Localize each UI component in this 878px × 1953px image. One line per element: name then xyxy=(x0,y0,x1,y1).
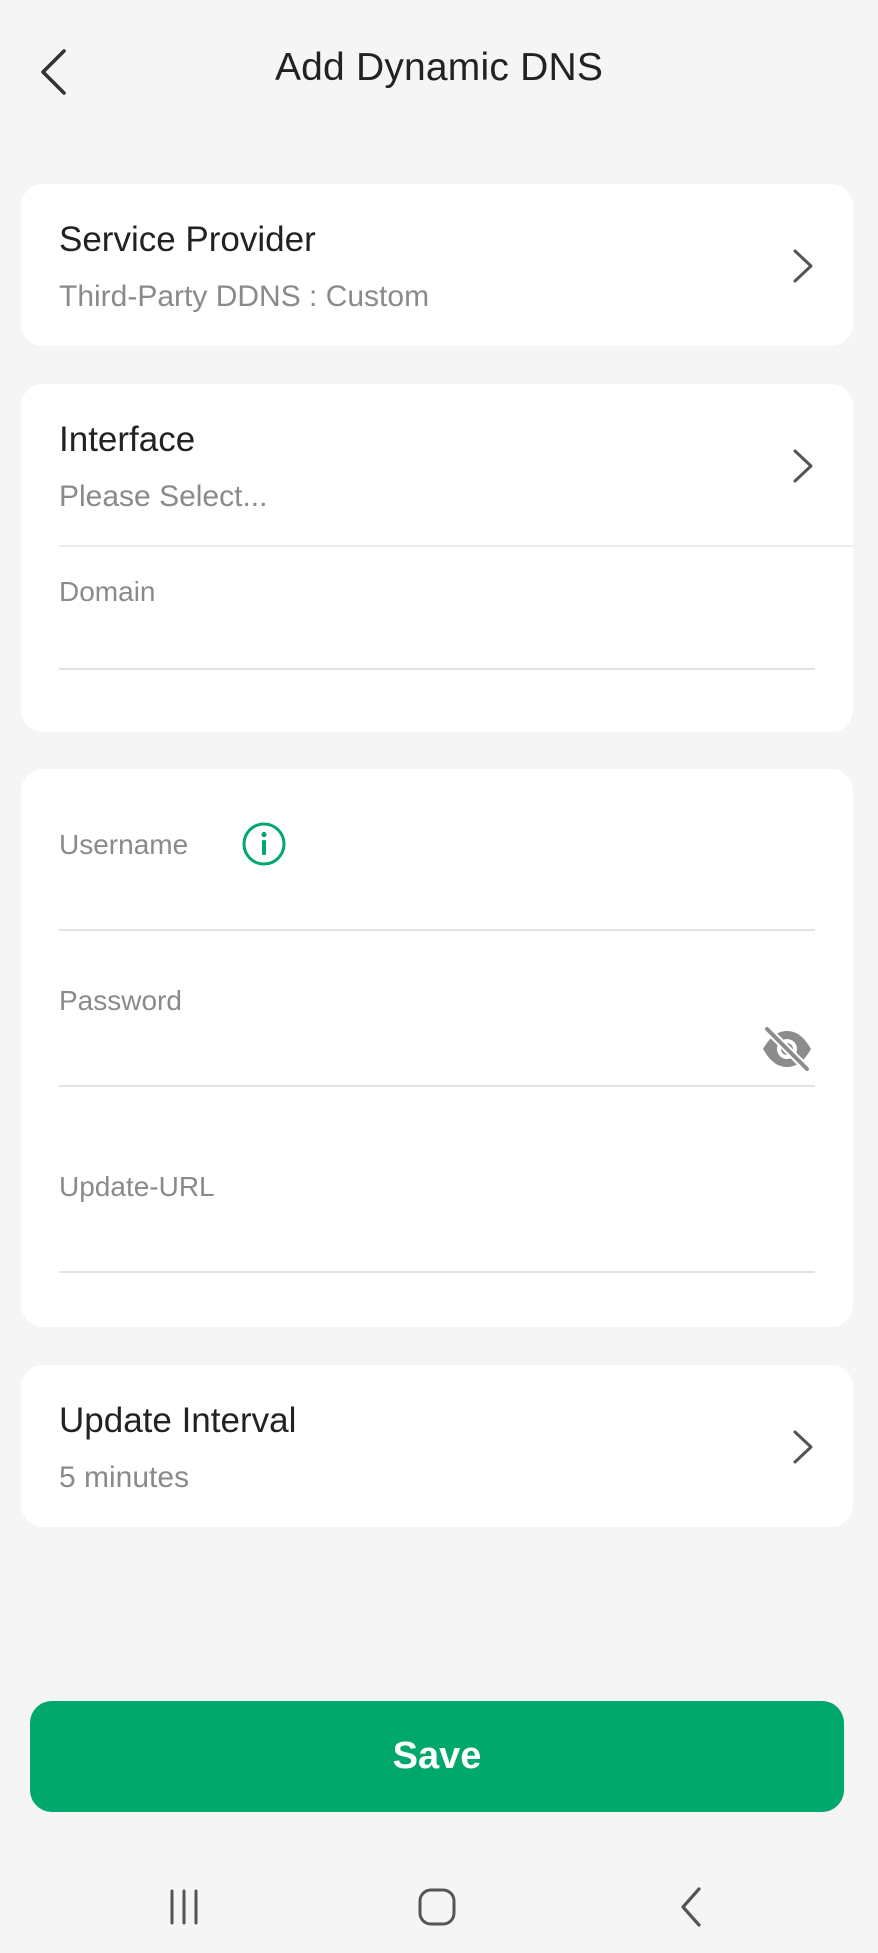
interface-domain-card: Interface Please Select... Domain xyxy=(21,384,853,732)
update-url-field: Update-URL xyxy=(59,1171,815,1273)
update-url-input[interactable] xyxy=(59,1213,815,1263)
home-button[interactable] xyxy=(407,1882,467,1932)
back-icon xyxy=(681,1887,701,1927)
update-interval-value: 5 minutes xyxy=(59,1461,190,1494)
save-button[interactable]: Save xyxy=(30,1701,844,1812)
page-title: Add Dynamic DNS xyxy=(274,46,604,89)
update-interval-title: Update Interval xyxy=(59,1401,297,1440)
update-url-label: Update-URL xyxy=(59,1171,215,1202)
system-nav-bar xyxy=(0,1860,878,1953)
recent-apps-icon xyxy=(170,1889,198,1925)
system-back-button[interactable] xyxy=(662,1882,722,1932)
service-provider-row[interactable]: Service Provider Third-Party DDNS : Cust… xyxy=(21,184,853,346)
recent-apps-button[interactable] xyxy=(154,1882,214,1932)
home-icon xyxy=(418,1888,456,1926)
password-underline xyxy=(59,1085,815,1087)
update-url-underline xyxy=(59,1271,815,1273)
chevron-right-icon xyxy=(789,1427,817,1467)
service-provider-card: Service Provider Third-Party DDNS : Cust… xyxy=(21,184,853,346)
info-icon[interactable] xyxy=(241,821,287,867)
eye-off-icon[interactable] xyxy=(759,1025,815,1073)
service-provider-value: Third-Party DDNS : Custom xyxy=(59,280,430,313)
credentials-card: Username Password Update-URL xyxy=(21,769,853,1327)
domain-label: Domain xyxy=(59,576,156,607)
username-input[interactable] xyxy=(59,881,815,931)
username-underline xyxy=(59,929,815,931)
password-input[interactable] xyxy=(59,1027,739,1077)
password-field: Password xyxy=(59,985,815,1087)
update-interval-card: Update Interval 5 minutes xyxy=(21,1365,853,1527)
service-provider-title: Service Provider xyxy=(59,220,316,259)
username-label: Username xyxy=(59,829,189,860)
password-label: Password xyxy=(59,985,182,1016)
domain-underline xyxy=(59,668,815,670)
interface-row[interactable]: Interface Please Select... xyxy=(21,384,853,546)
app-header: Add Dynamic DNS xyxy=(0,0,878,145)
interface-title: Interface xyxy=(59,420,196,459)
chevron-right-icon xyxy=(789,446,817,486)
domain-input[interactable] xyxy=(59,618,815,668)
interface-value: Please Select... xyxy=(59,480,268,513)
update-interval-row[interactable]: Update Interval 5 minutes xyxy=(21,1365,853,1527)
chevron-right-icon xyxy=(789,246,817,286)
divider xyxy=(59,545,853,547)
username-field: Username xyxy=(59,799,815,931)
domain-field: Domain xyxy=(59,576,815,676)
